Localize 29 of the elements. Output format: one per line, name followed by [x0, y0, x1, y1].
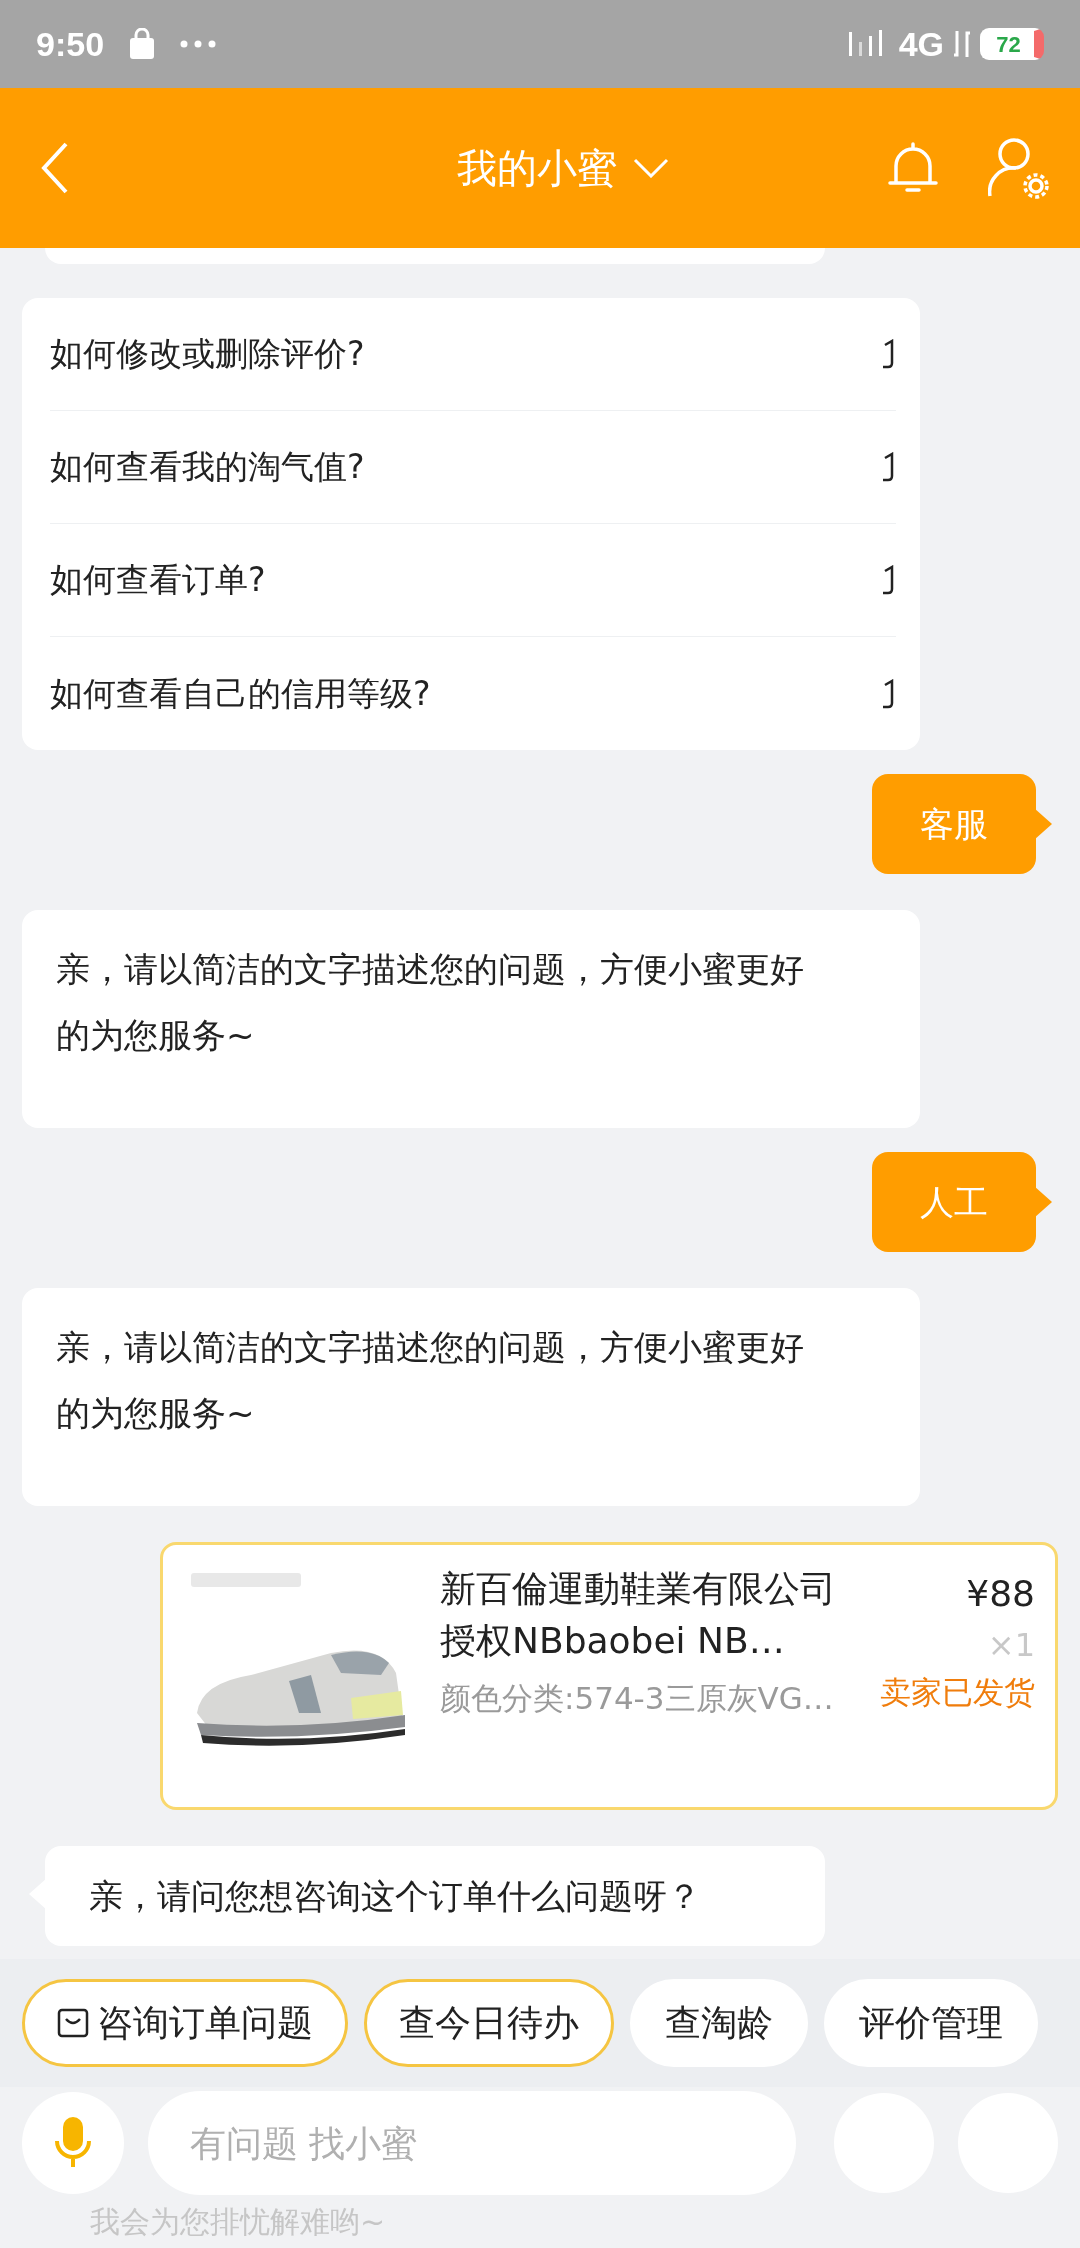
- bot-message: 亲，请以简洁的文字描述您的问题，方便小蜜更好的为您服务~: [22, 1288, 920, 1506]
- faq-question[interactable]: 如何查看自己的信用等级?: [50, 668, 431, 719]
- bot-message: 亲，请以简洁的文字描述您的问题，方便小蜜更好的为您服务~: [22, 910, 920, 1128]
- faq-question[interactable]: 如何查看我的淘气值?: [50, 442, 365, 492]
- more-icon: [180, 40, 217, 48]
- message-input[interactable]: 有问题 找小蜜: [148, 2091, 796, 2195]
- quick-reply-chip[interactable]: 评价管理: [824, 1979, 1038, 2067]
- order-icon: [57, 2007, 89, 2039]
- bot-message: 亲，请问您想咨询这个订单什么问题呀？: [89, 1874, 701, 1918]
- product-title: 新百倫運動鞋業有限公司授权NBbaobei NB…: [440, 1567, 837, 1663]
- network-type: 4G: [898, 23, 944, 65]
- quick-reply-chip[interactable]: 查淘龄: [630, 1979, 808, 2067]
- faq-question[interactable]: 如何查看订单?: [50, 555, 266, 605]
- chevron-down-icon: [633, 158, 669, 178]
- account-settings-button[interactable]: [988, 136, 1050, 200]
- data-arrows-icon: [952, 29, 972, 59]
- user-gear-icon: [988, 136, 1050, 200]
- user-message: 人工: [920, 1180, 988, 1224]
- order-status: 卖家已发货: [880, 1673, 1035, 1712]
- product-price: ¥88: [966, 1572, 1035, 1616]
- quick-reply-chip[interactable]: 咨询订单问题: [22, 1979, 348, 2067]
- back-button[interactable]: [40, 140, 70, 196]
- product-variant: 颜色分类:574-3三原灰VG…: [440, 1679, 835, 1718]
- user-message: 客服: [920, 802, 988, 846]
- status-time: 9:50: [36, 23, 105, 65]
- battery-icon: 72: [980, 28, 1044, 60]
- back-icon: [40, 140, 70, 196]
- quick-reply-chip[interactable]: 查今日待办: [364, 1979, 614, 2067]
- faq-question[interactable]: 如何修改或删除评价?: [50, 329, 365, 379]
